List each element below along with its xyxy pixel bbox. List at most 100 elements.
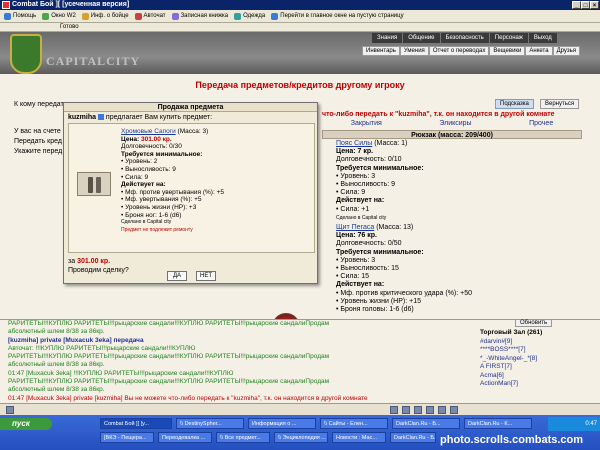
chat-icon xyxy=(134,12,142,20)
chat-line: абсолютный шлем 8/38 за 86кр. xyxy=(8,328,105,336)
tab-elixirs[interactable]: Эликсиры xyxy=(439,120,471,130)
go-blank-toolbar-button[interactable]: Перейти в главное окне на пустую страниц… xyxy=(271,12,404,20)
start-button[interactable]: пуск xyxy=(0,418,52,430)
user-item[interactable]: *_-WhiteAngel-_*[8] xyxy=(480,355,600,364)
list-item: Щит Пегаса (Масса: 13) Цена: 76 кр. Долг… xyxy=(336,224,473,314)
nav-character[interactable]: Персонаж xyxy=(489,33,529,43)
subnav-skills[interactable]: Умения xyxy=(399,46,429,56)
subnav-transfer-report[interactable]: Отчет о переводах xyxy=(428,46,490,56)
task-button[interactable]: Информация о ... xyxy=(248,418,316,429)
logo-text: CAPITALCITY xyxy=(46,54,141,68)
smile-icon[interactable] xyxy=(390,406,398,414)
minimize-button[interactable]: _ xyxy=(572,1,581,9)
task-button[interactable]: \\ Энциклопедия ... xyxy=(274,432,328,443)
autochat-toolbar-button[interactable]: Авточат xyxy=(134,12,166,20)
close-button[interactable]: × xyxy=(590,1,599,9)
no-button[interactable]: НЕТ xyxy=(196,271,216,281)
subnav-inventory[interactable]: Инвентарь xyxy=(362,46,400,56)
chat-input-icon[interactable] xyxy=(6,406,14,414)
tab-other[interactable]: Прочее xyxy=(529,120,553,130)
settings-icon[interactable] xyxy=(426,406,434,414)
seller-name[interactable]: kuzmiha xyxy=(68,114,96,121)
task-button[interactable]: \\ Все предмет... xyxy=(216,432,270,443)
item-price: 301.00 кр. xyxy=(140,135,172,143)
trade-hall-panel: Торговый Зал (261) #darvin#[9] ****BOSS*… xyxy=(470,319,600,403)
deal-price: 301.00 кр. xyxy=(77,258,111,265)
clothes-icon xyxy=(234,12,242,20)
window-icon xyxy=(42,12,50,20)
task-button[interactable]: DarkClan.Ru - Б... xyxy=(392,418,460,429)
deal-summary: за 301.00 кр. Проводим сделку? xyxy=(68,258,129,274)
top-nav: Знания Общение Безопасность Персонаж Вых… xyxy=(372,33,558,43)
chat-log: РАРИТЕТЫ!!!КУПЛЮ РАРИТЕТЫ!!!рыцарские са… xyxy=(0,319,470,403)
chat-line: 01:47 [Muxacuk 3eka] private [kuzmiha] В… xyxy=(8,394,368,402)
user-item[interactable]: A FIRST[7] xyxy=(480,363,600,372)
task-button[interactable]: Новости : Мас... xyxy=(332,432,386,443)
boots-icon xyxy=(77,172,111,196)
nav-knowledge[interactable]: Знания xyxy=(372,33,404,43)
sub-nav: Инвентарь Умения Отчет о переводах Вещев… xyxy=(362,46,581,56)
window-title: Combat Бой ][ [усеченная версия] xyxy=(12,1,130,8)
status-line: Готово xyxy=(0,23,600,32)
user-item[interactable]: ****BOSS****[7] xyxy=(480,346,600,355)
watermark: photo.scrolls.combats.com xyxy=(440,434,584,446)
hint-button[interactable]: Подсказка xyxy=(495,99,534,109)
specify-line: Укажите перед xyxy=(14,148,63,155)
user-item[interactable]: #darvin#[9] xyxy=(480,338,600,347)
clothes-toolbar-button[interactable]: Одежда xyxy=(234,12,265,20)
deal-question: Проводим сделку? xyxy=(68,267,129,274)
inventory-tabs: Закрытия Эликсиры Прочее xyxy=(322,120,582,130)
sale-dialog: Продажа предмета kuzmiha предлагает Вам … xyxy=(63,102,318,284)
task-button[interactable]: Переодевалка ... xyxy=(158,432,212,443)
user-item[interactable]: ActionMan[7] xyxy=(480,380,600,389)
offered-item: Хромовые Сапоги (Масса: 3) Цена: 301.00 … xyxy=(68,123,315,253)
task-button[interactable]: Combat Бой ][ [у... xyxy=(100,418,172,429)
filter-icon[interactable] xyxy=(402,406,410,414)
fighter-info-toolbar-button[interactable]: Инф. о бойце xyxy=(81,12,129,20)
home-icon xyxy=(271,12,279,20)
window-w2-toolbar-button[interactable]: Окно W2 xyxy=(42,12,76,20)
nav-communication[interactable]: Общение xyxy=(403,33,441,43)
nav-exit[interactable]: Выход xyxy=(528,33,558,43)
chat-line: абсолютный шлем 8/38 за 86кр. xyxy=(8,386,105,394)
back-button[interactable]: Вернуться xyxy=(540,99,580,109)
refresh-button[interactable]: Обновить xyxy=(515,319,553,327)
task-button[interactable]: DarkClan.Ru - К... xyxy=(464,418,532,429)
item-name-link[interactable]: Щит Пегаса xyxy=(336,224,374,231)
help-icon xyxy=(4,12,11,20)
item-stats: Хромовые Сапоги (Масса: 3) Цена: 301.00 … xyxy=(121,128,224,233)
hall-title: Торговый Зал (261) xyxy=(480,329,543,336)
browser-toolbar: Помощь Окно W2 Инф. о бойце Авточат Запи… xyxy=(0,10,600,23)
subnav-friends[interactable]: Друзья xyxy=(552,46,581,56)
clear-icon[interactable] xyxy=(414,406,422,414)
yes-button[interactable]: ДА xyxy=(167,271,187,281)
task-button[interactable]: DarkClan.Ru - Б... xyxy=(390,432,436,443)
task-button[interactable]: \\ Сайты - Елен... xyxy=(320,418,388,429)
item-name-link[interactable]: Пояс Силы xyxy=(336,140,372,147)
task-button[interactable]: \\ DestinySpher... xyxy=(176,418,244,429)
offer-line: kuzmiha предлагает Вам купить предмет: xyxy=(68,114,213,121)
chat-line: Авточат: !!!КУПЛЮ РАРИТЕТЫ!!!рыцарские с… xyxy=(8,344,196,352)
send-icon[interactable] xyxy=(450,406,458,414)
sound-icon[interactable] xyxy=(438,406,446,414)
help-toolbar-button[interactable]: Помощь xyxy=(4,12,36,20)
tab-closures[interactable]: Закрытия xyxy=(351,120,382,130)
list-item: Пояс Силы (Масса: 1) Цена: 7 кр. Долгове… xyxy=(336,140,424,221)
subnav-profile[interactable]: Анкета xyxy=(525,46,553,56)
nav-security[interactable]: Безопасность xyxy=(440,33,490,43)
item-name-link[interactable]: Хромовые Сапоги xyxy=(121,128,176,135)
page-title: Передача предметов/кредитов другому игро… xyxy=(195,80,405,90)
dialog-title: Продажа предмета xyxy=(64,103,317,112)
recipient-label: К кому передать xyxy=(14,101,68,108)
notebook-toolbar-button[interactable]: Записная книжка xyxy=(171,12,228,20)
chat-controls xyxy=(0,403,600,415)
maximize-button[interactable]: □ xyxy=(581,1,590,9)
user-item[interactable]: Acma[6] xyxy=(480,372,600,381)
credits-line: Передать кред xyxy=(14,138,62,145)
info-icon[interactable] xyxy=(97,114,104,121)
transfer-warning: что-либо передать к "kuzmiha", т.к. он н… xyxy=(322,111,555,118)
app-icon xyxy=(2,1,10,9)
transfer-form: У вас на счете Передать кред Укажите пер… xyxy=(14,127,62,157)
task-button[interactable]: [ВКЭ - Пещера... xyxy=(100,432,154,443)
subnav-wardrobes[interactable]: Вещевики xyxy=(489,46,526,56)
